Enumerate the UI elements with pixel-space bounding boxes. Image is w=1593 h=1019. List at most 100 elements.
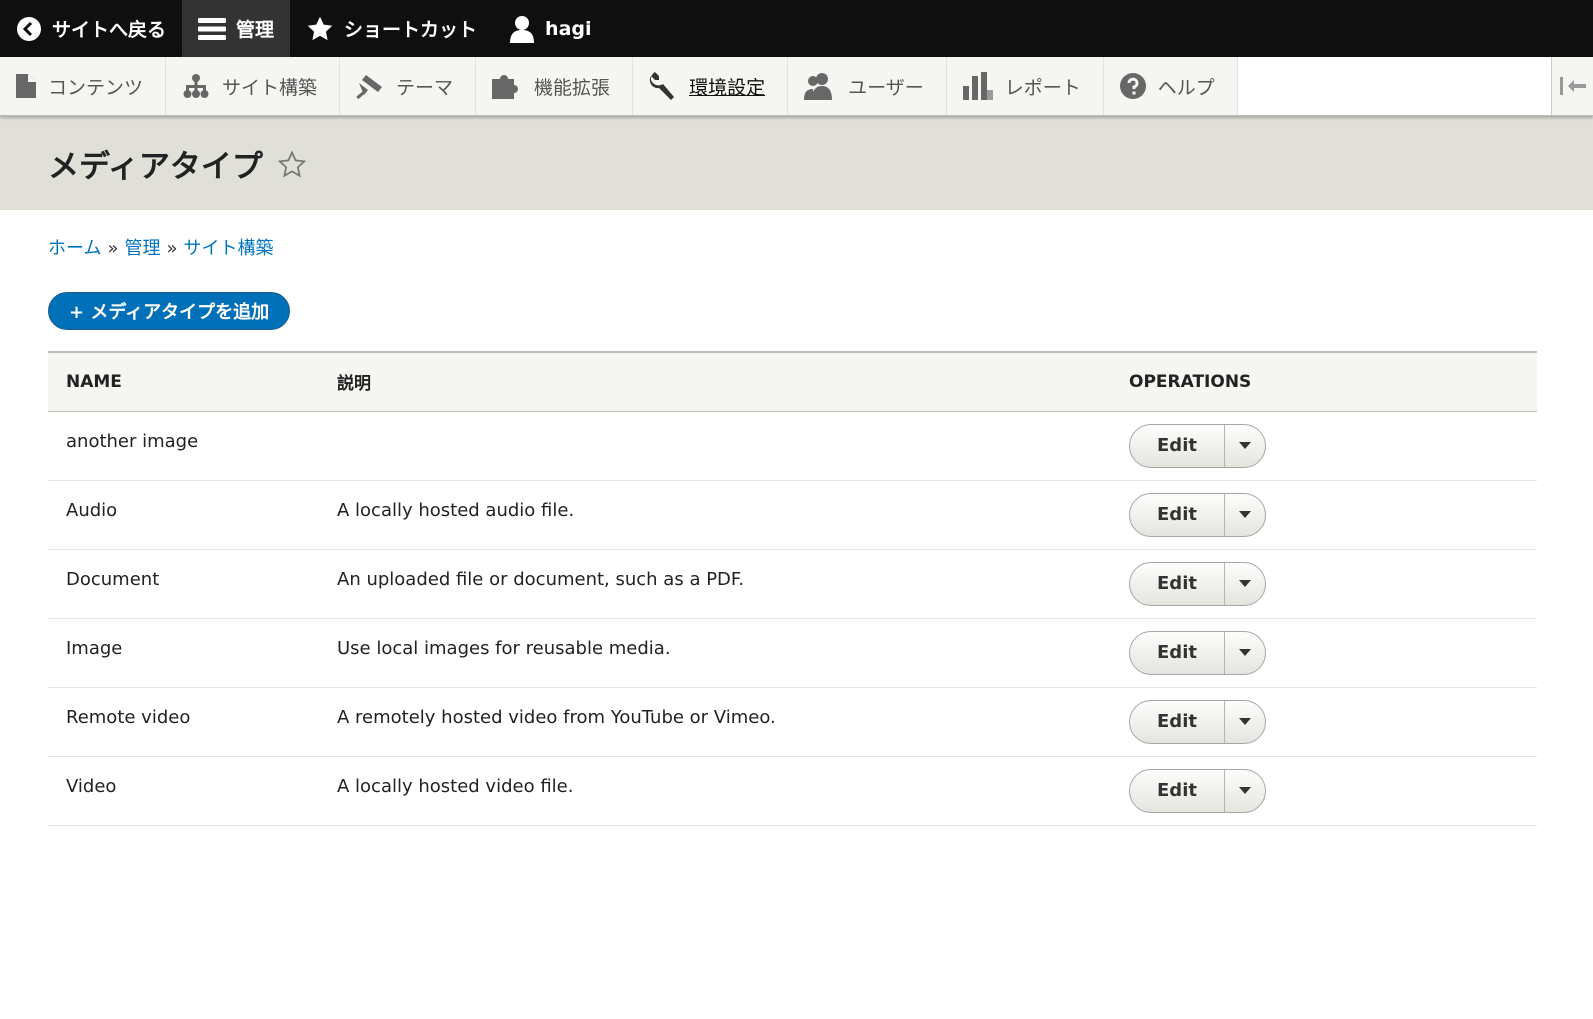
- tray-item-label: テーマ: [396, 76, 454, 99]
- tray-item-label: ユーザー: [848, 76, 924, 99]
- operations-cell: Edit: [1111, 756, 1537, 826]
- tray-item-people[interactable]: ユーザー: [788, 57, 947, 115]
- edit-button[interactable]: Edit: [1130, 493, 1225, 536]
- operations-dropbutton: Edit: [1129, 699, 1266, 744]
- user-icon: [510, 15, 535, 43]
- media-type-name: Remote video: [48, 687, 319, 757]
- file-icon: [16, 74, 36, 98]
- user-tab[interactable]: hagi: [493, 0, 607, 57]
- table-row: Video A locally hosted video file. Edit: [48, 756, 1537, 826]
- operations-cell: Edit: [1111, 618, 1537, 688]
- edit-button[interactable]: Edit: [1130, 424, 1225, 467]
- operations-dropbutton: Edit: [1129, 492, 1266, 537]
- operations-toggle[interactable]: [1225, 494, 1265, 536]
- tray-item-extend[interactable]: 機能拡張: [476, 57, 634, 115]
- breadcrumb-structure-link[interactable]: サイト構築: [184, 238, 274, 259]
- chevron-left-circle-icon: [17, 16, 41, 41]
- paint-roller-icon: [356, 75, 383, 99]
- caret-down-icon: [1239, 717, 1251, 725]
- table-row: Image Use local images for reusable medi…: [48, 618, 1537, 688]
- admin-tray: コンテンツ サイト構築 テーマ 機能拡張 環境設定 ユーザー レポート ヘルプ: [0, 57, 1593, 116]
- column-header-description: 説明: [337, 374, 371, 395]
- edit-button[interactable]: Edit: [1130, 562, 1225, 605]
- tray-orientation-toggle[interactable]: [1551, 57, 1593, 115]
- breadcrumb-separator: »: [166, 238, 178, 259]
- media-type-name: another image: [48, 411, 319, 481]
- operations-toggle[interactable]: [1225, 563, 1265, 605]
- admin-toolbar: サイトへ戻る 管理 ショートカット hagi: [0, 0, 1593, 57]
- tray-item-appearance[interactable]: テーマ: [340, 57, 477, 115]
- media-type-name: Audio: [48, 480, 319, 550]
- table-row: Remote video A remotely hosted video fro…: [48, 687, 1537, 757]
- caret-down-icon: [1239, 441, 1251, 449]
- operations-toggle[interactable]: [1225, 632, 1265, 674]
- shortcuts-tab-label: ショートカット: [344, 19, 478, 41]
- media-type-description: [319, 411, 1111, 481]
- caret-down-icon: [1239, 786, 1251, 794]
- operations-dropbutton: Edit: [1129, 561, 1266, 606]
- main-content: ホーム» 管理» サイト構築 + メディアタイプを追加 NAME 説明 OPERAT…: [0, 234, 1593, 826]
- edit-button[interactable]: Edit: [1130, 700, 1225, 743]
- media-type-description: A locally hosted video file.: [319, 756, 1111, 826]
- page-title: メディアタイプ: [48, 148, 263, 185]
- bar-chart-icon: [962, 72, 993, 100]
- collapse-left-icon: [1559, 77, 1586, 95]
- tray-item-label: 環境設定: [689, 76, 766, 99]
- tray-item-label: ヘルプ: [1157, 76, 1215, 99]
- table-row: another image Edit: [48, 411, 1537, 481]
- media-type-description: A locally hosted audio file.: [319, 480, 1111, 550]
- back-to-site-label: サイトへ戻る: [52, 19, 167, 41]
- table-row: Document An uploaded file or document, s…: [48, 549, 1537, 619]
- help-icon: [1119, 73, 1146, 99]
- caret-down-icon: [1239, 510, 1251, 518]
- edit-button[interactable]: Edit: [1130, 769, 1225, 812]
- media-type-name: Image: [48, 618, 319, 688]
- tray-item-reports[interactable]: レポート: [946, 57, 1104, 115]
- star-icon: [307, 16, 333, 40]
- manage-tab-label: 管理: [236, 19, 275, 41]
- breadcrumb-admin-link[interactable]: 管理: [124, 238, 160, 259]
- breadcrumb-separator: »: [107, 238, 119, 259]
- operations-toggle[interactable]: [1225, 701, 1265, 743]
- tray-item-help[interactable]: ヘルプ: [1103, 57, 1238, 115]
- breadcrumb-home-link[interactable]: ホーム: [48, 238, 101, 259]
- operations-cell: Edit: [1111, 480, 1537, 550]
- wrench-icon: [649, 72, 675, 100]
- column-header-name: NAME: [66, 371, 122, 392]
- media-type-name: Document: [48, 549, 319, 619]
- table-header-row: NAME 説明 OPERATIONS: [48, 352, 1537, 411]
- page-header: メディアタイプ: [0, 116, 1593, 210]
- caret-down-icon: [1239, 648, 1251, 656]
- media-type-description: A remotely hosted video from YouTube or …: [319, 687, 1111, 757]
- operations-dropbutton: Edit: [1129, 630, 1266, 675]
- sitemap-icon: [183, 74, 209, 98]
- media-types-table: NAME 説明 OPERATIONS another image Edit Au…: [48, 351, 1537, 826]
- tray-item-label: サイト構築: [222, 76, 318, 99]
- manage-tab[interactable]: 管理: [182, 0, 291, 57]
- operations-dropbutton: Edit: [1129, 423, 1266, 468]
- media-type-description: Use local images for reusable media.: [319, 618, 1111, 688]
- tray-item-label: 機能拡張: [534, 76, 611, 99]
- operations-toggle[interactable]: [1225, 770, 1265, 812]
- user-tab-label: hagi: [545, 17, 592, 40]
- star-outline-icon[interactable]: [277, 150, 307, 180]
- tray-item-label: コンテンツ: [48, 76, 144, 99]
- menu-icon: [198, 17, 227, 40]
- column-header-operations: OPERATIONS: [1129, 371, 1252, 392]
- breadcrumb: ホーム» 管理» サイト構築: [48, 234, 1545, 260]
- back-to-site-link[interactable]: サイトへ戻る: [0, 0, 182, 57]
- caret-down-icon: [1239, 579, 1251, 587]
- operations-cell: Edit: [1111, 411, 1537, 481]
- shortcuts-tab[interactable]: ショートカット: [290, 0, 493, 57]
- tray-item-content[interactable]: コンテンツ: [0, 57, 167, 115]
- tray-item-label: レポート: [1004, 76, 1081, 99]
- operations-cell: Edit: [1111, 549, 1537, 619]
- edit-button[interactable]: Edit: [1130, 631, 1225, 674]
- people-icon: [804, 73, 833, 100]
- tray-item-structure[interactable]: サイト構築: [166, 57, 341, 115]
- media-type-description: An uploaded file or document, such as a …: [319, 549, 1111, 619]
- operations-dropbutton: Edit: [1129, 768, 1266, 813]
- operations-toggle[interactable]: [1225, 425, 1265, 467]
- add-media-type-button[interactable]: + メディアタイプを追加: [48, 292, 291, 330]
- tray-item-configuration[interactable]: 環境設定: [633, 57, 789, 115]
